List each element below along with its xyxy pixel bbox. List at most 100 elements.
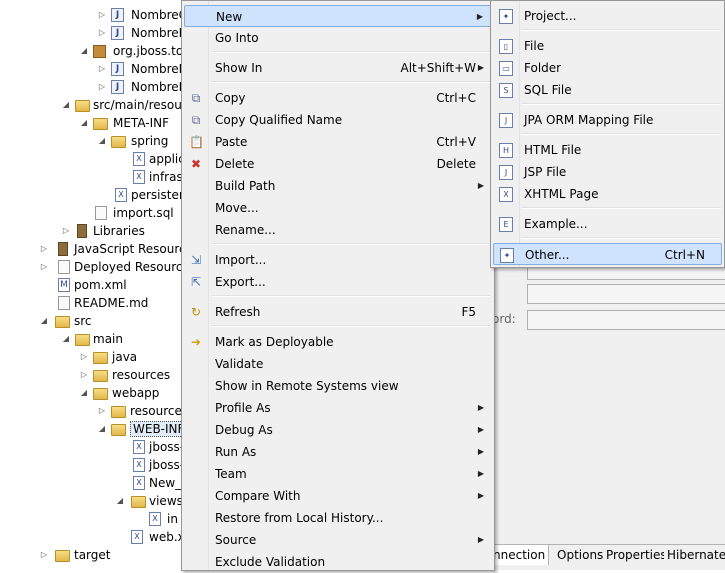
tree-node[interactable]: ▷ J NombreD [0, 78, 182, 96]
expand-arrow-icon[interactable]: ▷ [97, 24, 107, 42]
expand-arrow-icon[interactable]: ▷ [39, 546, 49, 564]
property-field-2[interactable] [527, 284, 725, 304]
expand-arrow-icon[interactable]: ▷ [39, 258, 49, 276]
menu-item-copy-qualified-name[interactable]: ⧉ Copy Qualified Name [184, 109, 492, 131]
menu-item-rename[interactable]: Rename... [184, 219, 492, 241]
tree-node[interactable]: Xinfras [0, 168, 182, 186]
expand-arrow-icon[interactable]: ▷ [79, 348, 89, 366]
menu-item-new[interactable]: New ▶ [184, 5, 492, 27]
menu-item-shortcut: Delete [436, 157, 476, 171]
xhtml-page-icon: X [499, 187, 513, 202]
expand-arrow-icon[interactable]: ▷ [97, 6, 107, 24]
tree-node[interactable]: ◢ webapp [0, 384, 182, 402]
submenu-arrow-icon: ▶ [477, 491, 484, 500]
menu-item-validate[interactable]: Validate [184, 353, 492, 375]
collapse-arrow-icon[interactable]: ◢ [61, 96, 71, 114]
tree-node[interactable]: ◢ org.jboss.too [0, 42, 182, 60]
collapse-arrow-icon[interactable]: ◢ [79, 114, 89, 132]
menu-item-export[interactable]: ⇱ Export... [184, 271, 492, 293]
collapse-arrow-icon[interactable]: ◢ [61, 330, 71, 348]
jsp-file-icon: J [499, 165, 513, 180]
collapse-arrow-icon[interactable]: ◢ [79, 42, 89, 60]
tree-node[interactable]: ▷ resources [0, 402, 182, 420]
collapse-arrow-icon[interactable]: ◢ [39, 312, 49, 330]
tab-options[interactable]: Options [554, 545, 608, 565]
tree-node[interactable]: Xweb.x [0, 528, 182, 546]
menu-item-copy[interactable]: ⧉ Copy Ctrl+C [184, 87, 492, 109]
tab-nnection[interactable]: nnection [490, 545, 550, 565]
tree-node[interactable]: Mpom.xml [0, 276, 182, 294]
tree-node[interactable]: README.md [0, 294, 182, 312]
menu-item-mark-as-deployable[interactable]: ➜ Mark as Deployable [184, 331, 492, 353]
tree-node[interactable]: ▷ J NombreR [0, 24, 182, 42]
tree-node[interactable]: ▷ Libraries [0, 222, 182, 240]
submenu-item-xhtml-page[interactable]: X XHTML Page [493, 183, 722, 205]
menu-item-profile-as[interactable]: Profile As ▶ [184, 397, 492, 419]
submenu-item-label: HTML File [524, 143, 582, 157]
tree-node[interactable]: Xjboss- [0, 456, 182, 474]
tree-node-label: in [167, 512, 178, 526]
submenu-item-jsp-file[interactable]: J JSP File [493, 161, 722, 183]
menu-item-go-into[interactable]: Go Into [184, 27, 492, 49]
expand-arrow-icon[interactable]: ▷ [97, 78, 107, 96]
tree-node[interactable]: ◢ WEB-INF [0, 420, 182, 438]
expand-arrow-icon[interactable]: ▷ [97, 402, 107, 420]
tree-node[interactable]: Xpersistenc [0, 186, 182, 204]
tree-node[interactable]: ◢ views [0, 492, 182, 510]
menu-item-delete[interactable]: ✖ Delete Delete [184, 153, 492, 175]
tree-node[interactable]: Xin [0, 510, 182, 528]
tree-node[interactable]: ◢ spring [0, 132, 182, 150]
expand-arrow-icon[interactable]: ▷ [39, 240, 49, 258]
menu-item-import[interactable]: ⇲ Import... [184, 249, 492, 271]
tree-node[interactable]: ▷ Deployed Resources [0, 258, 182, 276]
tree-node[interactable]: X New_ [0, 474, 182, 492]
tree-node[interactable]: ▷ target [0, 546, 182, 564]
tree-node[interactable]: ◢ main [0, 330, 182, 348]
tree-node[interactable]: ◢ META-INF [0, 114, 182, 132]
menu-item-debug-as[interactable]: Debug As ▶ [184, 419, 492, 441]
submenu-item-project[interactable]: ✦ Project... [493, 5, 722, 27]
tab-hibernate[interactable]: Hibernate [664, 545, 725, 565]
menu-item-paste[interactable]: 📋 Paste Ctrl+V [184, 131, 492, 153]
tree-node[interactable]: ◢ src/main/resourc [0, 96, 182, 114]
menu-item-build-path[interactable]: Build Path ▶ [184, 175, 492, 197]
tree-node[interactable]: Xapplic [0, 150, 182, 168]
menu-item-show-in-remote-systems-view[interactable]: Show in Remote Systems view [184, 375, 492, 397]
menu-item-restore-from-local-history[interactable]: Restore from Local History... [184, 507, 492, 529]
submenu-item-sql-file[interactable]: S SQL File [493, 79, 722, 101]
tree-node[interactable]: ▷ J NombreD [0, 60, 182, 78]
menu-item-move[interactable]: Move... [184, 197, 492, 219]
expand-arrow-icon[interactable]: ▷ [97, 60, 107, 78]
submenu-item-example[interactable]: E Example... [493, 213, 722, 235]
collapse-arrow-icon[interactable]: ◢ [97, 420, 107, 438]
tree-node[interactable]: ◢ src [0, 312, 182, 330]
submenu-item-html-file[interactable]: H HTML File [493, 139, 722, 161]
menu-item-label: Refresh [215, 305, 261, 319]
menu-item-team[interactable]: Team ▶ [184, 463, 492, 485]
menu-item-refresh[interactable]: ↻ Refresh F5 [184, 301, 492, 323]
submenu-item-folder[interactable]: ▭ Folder [493, 57, 722, 79]
submenu-item-file[interactable]: ▯ File [493, 35, 722, 57]
collapse-arrow-icon[interactable]: ◢ [97, 132, 107, 150]
collapse-arrow-icon[interactable]: ◢ [79, 384, 89, 402]
menu-item-exclude-validation[interactable]: Exclude Validation [184, 551, 492, 573]
menu-item-compare-with[interactable]: Compare With ▶ [184, 485, 492, 507]
menu-item-show-in[interactable]: Show In Alt+Shift+W ▶ [184, 57, 492, 79]
tree-node[interactable]: ▷ JavaScript Resources [0, 240, 182, 258]
submenu-item-other[interactable]: ✦ Other... Ctrl+N [493, 243, 722, 265]
tree-node[interactable]: Xjboss- [0, 438, 182, 456]
tree-node[interactable]: ▷ java [0, 348, 182, 366]
menu-item-run-as[interactable]: Run As ▶ [184, 441, 492, 463]
tree-node[interactable]: ▷ resources [0, 366, 182, 384]
folder-icon [131, 496, 146, 508]
tree-node[interactable]: ▷ J NombreC [0, 6, 182, 24]
tree-node[interactable]: import.sql [0, 204, 182, 222]
submenu-item-jpa-orm-mapping-file[interactable]: J JPA ORM Mapping File [493, 109, 722, 131]
password-field[interactable] [527, 310, 725, 330]
expand-arrow-icon[interactable]: ▷ [79, 366, 89, 384]
collapse-arrow-icon[interactable]: ◢ [115, 492, 125, 510]
tab-properties[interactable]: Properties [603, 545, 671, 565]
expand-arrow-icon[interactable]: ▷ [61, 222, 71, 240]
menu-separator [212, 295, 490, 297]
menu-item-source[interactable]: Source ▶ [184, 529, 492, 551]
